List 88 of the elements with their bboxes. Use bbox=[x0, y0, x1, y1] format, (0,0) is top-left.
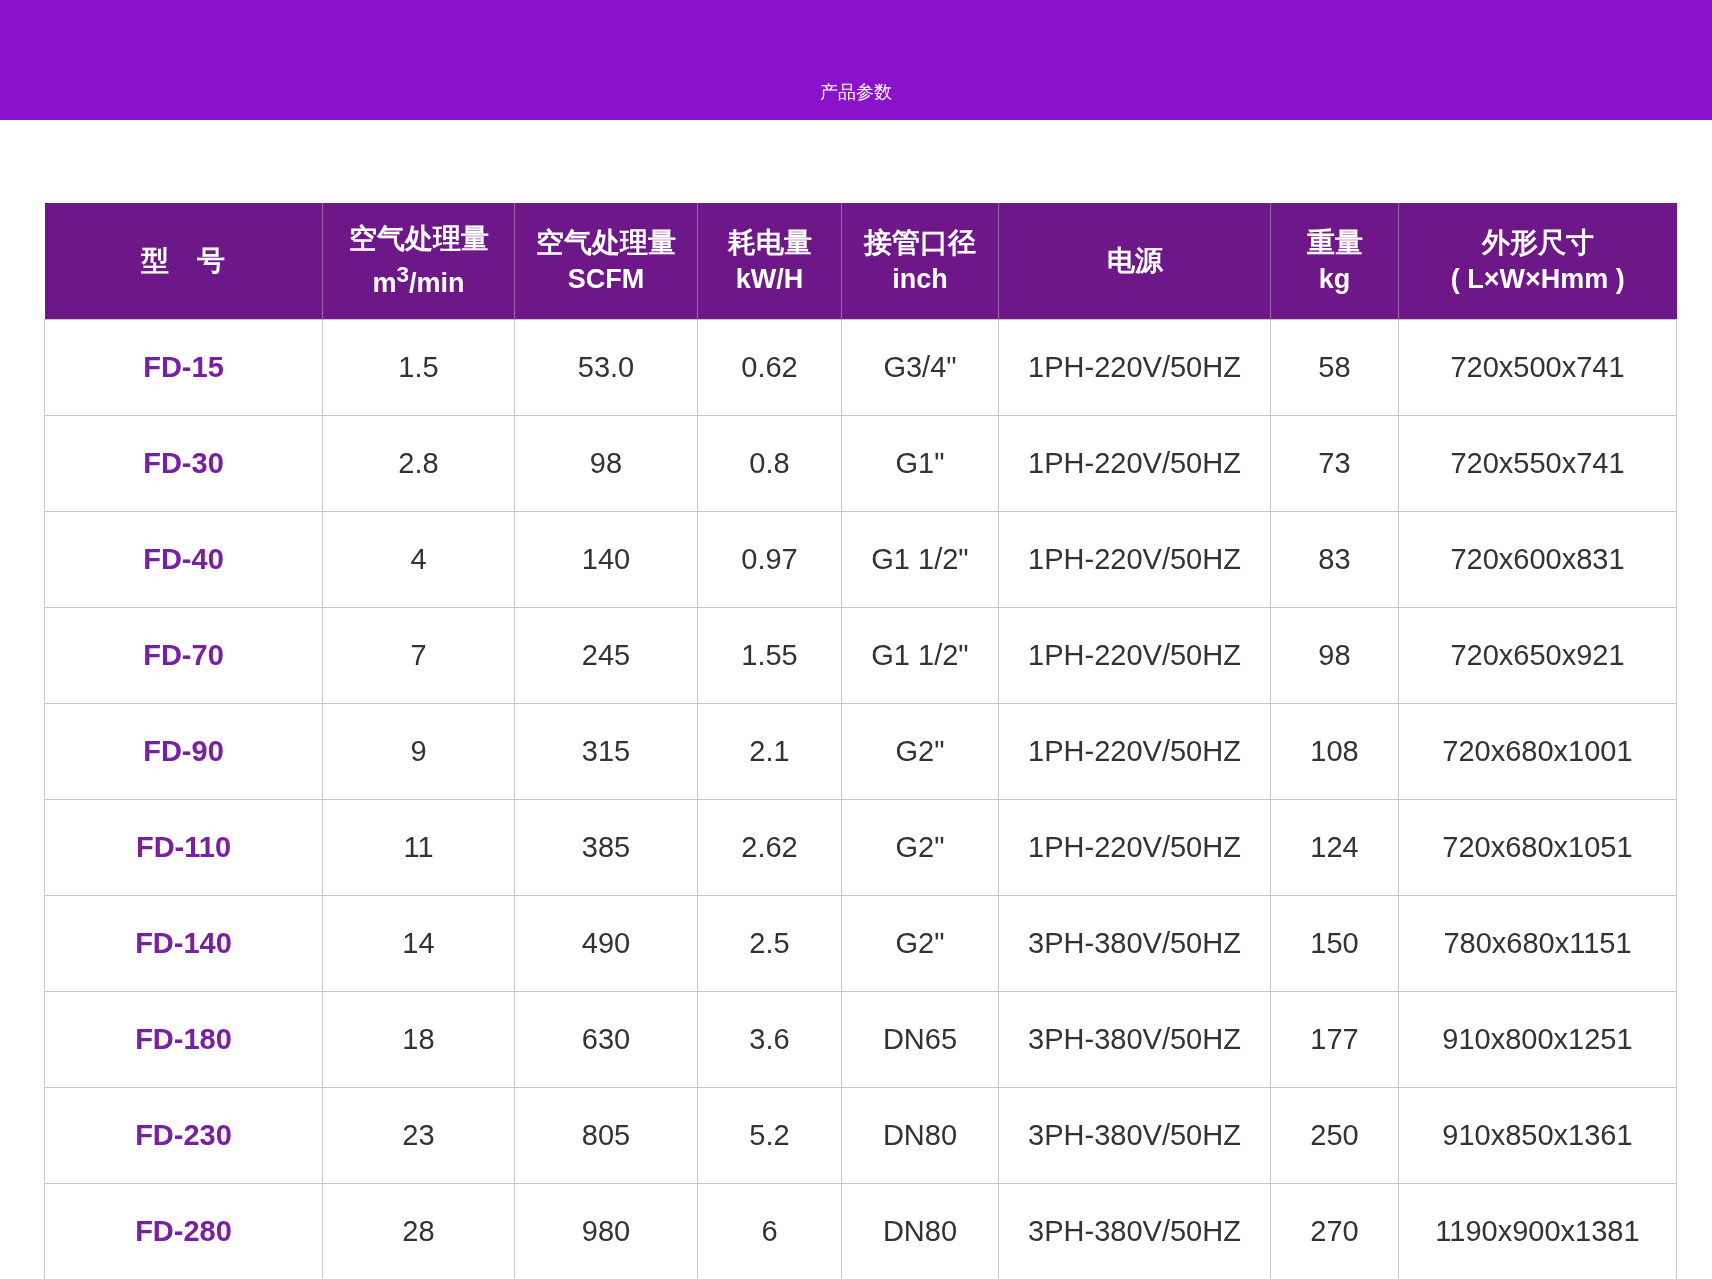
table-cell: 150 bbox=[1270, 895, 1399, 992]
table-cell: 0.62 bbox=[697, 319, 842, 416]
table-cell: 2.62 bbox=[697, 799, 842, 896]
table-cell: DN80 bbox=[841, 1087, 999, 1184]
table-cell: 9 bbox=[322, 703, 515, 800]
table-cell: 910x800x1251 bbox=[1398, 991, 1677, 1088]
table-cell: 98 bbox=[1270, 607, 1399, 704]
table-cell: 1PH-220V/50HZ bbox=[998, 319, 1271, 416]
column-title: 外形尺寸 bbox=[1480, 226, 1595, 260]
table-cell: 2.1 bbox=[697, 703, 842, 800]
table-cell: 720x550x741 bbox=[1398, 415, 1677, 512]
model-cell: FD-110 bbox=[44, 799, 323, 896]
table-cell: 1PH-220V/50HZ bbox=[998, 415, 1271, 512]
table-cell: 780x680x1151 bbox=[1398, 895, 1677, 992]
table-cell: 7 bbox=[322, 607, 515, 704]
table-cell: 720x500x741 bbox=[1398, 319, 1677, 416]
table-cell: 1PH-220V/50HZ bbox=[998, 511, 1271, 608]
model-cell: FD-70 bbox=[44, 607, 323, 704]
table-cell: 53.0 bbox=[514, 319, 698, 416]
table-cell: G1 1/2" bbox=[841, 511, 999, 608]
table-cell: 14 bbox=[322, 895, 515, 992]
table-cell: 1PH-220V/50HZ bbox=[998, 799, 1271, 896]
column-title: 型 号 bbox=[140, 244, 227, 278]
table-cell: 108 bbox=[1270, 703, 1399, 800]
column-title: 电源 bbox=[1105, 244, 1164, 278]
model-cell: FD-280 bbox=[44, 1183, 323, 1279]
table-cell: 140 bbox=[514, 511, 698, 608]
table-cell: 83 bbox=[1270, 511, 1399, 608]
column-unit: kg bbox=[1317, 263, 1352, 296]
table-cell: 805 bbox=[514, 1087, 698, 1184]
table-cell: 3PH-380V/50HZ bbox=[998, 895, 1271, 992]
table-cell: 23 bbox=[322, 1087, 515, 1184]
column-unit: inch bbox=[891, 263, 949, 296]
table-cell: G2" bbox=[841, 799, 999, 896]
table-cell: 73 bbox=[1270, 415, 1399, 512]
table-cell: 0.8 bbox=[697, 415, 842, 512]
table-cell: 5.2 bbox=[697, 1087, 842, 1184]
table-cell: 58 bbox=[1270, 319, 1399, 416]
table-cell: G3/4" bbox=[841, 319, 999, 416]
table-cell: 3PH-380V/50HZ bbox=[998, 1087, 1271, 1184]
table-cell: 490 bbox=[514, 895, 698, 992]
model-cell: FD-180 bbox=[44, 991, 323, 1088]
table-cell: G2" bbox=[841, 703, 999, 800]
table-cell: 385 bbox=[514, 799, 698, 896]
table-cell: 1.55 bbox=[697, 607, 842, 704]
table-cell: 177 bbox=[1270, 991, 1399, 1088]
table-cell: 98 bbox=[514, 415, 698, 512]
model-cell: FD-140 bbox=[44, 895, 323, 992]
table-cell: 3PH-380V/50HZ bbox=[998, 991, 1271, 1088]
column-title: 空气处理量 bbox=[347, 222, 490, 256]
column-title: 空气处理量 bbox=[535, 226, 677, 260]
table-cell: 910x850x1361 bbox=[1398, 1087, 1677, 1184]
model-cell: FD-90 bbox=[44, 703, 323, 800]
page-title: 产品参数 bbox=[820, 81, 892, 104]
table-cell: 720x680x1051 bbox=[1398, 799, 1677, 896]
column-unit: ( L×W×Hmm ) bbox=[1449, 263, 1626, 296]
model-cell: FD-15 bbox=[44, 319, 323, 416]
table-cell: 2.5 bbox=[697, 895, 842, 992]
table-cell: 2.8 bbox=[322, 415, 515, 512]
table-cell: 1.5 bbox=[322, 319, 515, 416]
column-unit: kW/H bbox=[734, 263, 805, 296]
table-cell: 1PH-220V/50HZ bbox=[998, 607, 1271, 704]
model-cell: FD-30 bbox=[44, 415, 323, 512]
table-cell: 250 bbox=[1270, 1087, 1399, 1184]
table-cell: G1 1/2" bbox=[841, 607, 999, 704]
model-cell: FD-40 bbox=[44, 511, 323, 608]
table-cell: 630 bbox=[514, 991, 698, 1088]
table-cell: 315 bbox=[514, 703, 698, 800]
table-cell: 11 bbox=[322, 799, 515, 896]
table-cell: 720x680x1001 bbox=[1398, 703, 1677, 800]
table-cell: 0.97 bbox=[697, 511, 842, 608]
table-cell: 1PH-220V/50HZ bbox=[998, 703, 1271, 800]
table-cell: DN65 bbox=[841, 991, 999, 1088]
table-cell: 245 bbox=[514, 607, 698, 704]
model-cell: FD-230 bbox=[44, 1087, 323, 1184]
column-unit: m$^{3}$/min bbox=[371, 261, 466, 300]
column-title: 接管口径 bbox=[862, 226, 977, 260]
table-cell: 720x650x921 bbox=[1398, 607, 1677, 704]
column-unit: SCFM bbox=[566, 263, 646, 296]
column-title: 耗电量 bbox=[726, 226, 813, 260]
table-cell: 3.6 bbox=[697, 991, 842, 1088]
column-title: 重量 bbox=[1305, 226, 1364, 260]
table-cell: G2" bbox=[841, 895, 999, 992]
table-cell: 124 bbox=[1270, 799, 1399, 896]
table-cell: 4 bbox=[322, 511, 515, 608]
table-cell: 18 bbox=[322, 991, 515, 1088]
table-cell: G1" bbox=[841, 415, 999, 512]
table-cell: 720x600x831 bbox=[1398, 511, 1677, 608]
